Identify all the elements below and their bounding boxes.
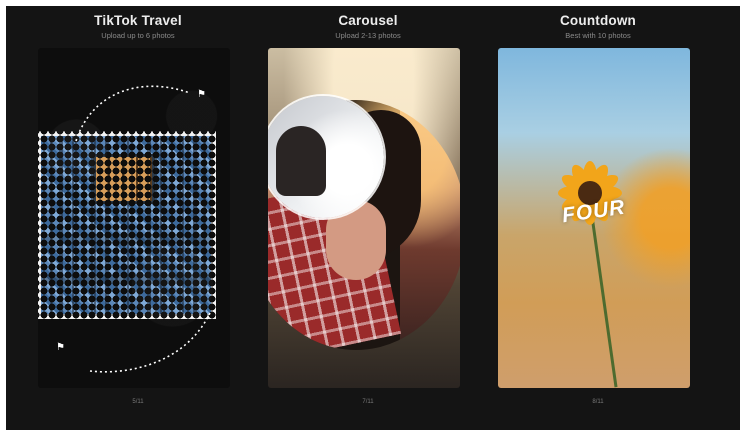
template-preview[interactable]: ⚑ ⚑ <box>38 48 230 388</box>
template-subtitle: Upload up to 6 photos <box>101 31 175 40</box>
template-title: Carousel <box>338 13 398 28</box>
template-title: TikTok Travel <box>94 13 182 28</box>
slide-counter: 7/11 <box>362 399 374 405</box>
photo-window <box>93 154 155 204</box>
template-preview[interactable]: FOUR <box>498 48 690 388</box>
template-title: Countdown <box>559 13 637 28</box>
template-subtitle: Upload 2-13 photos <box>335 31 401 40</box>
building-photo <box>41 136 211 314</box>
template-preview[interactable] <box>268 48 460 388</box>
template-subtitle: Best with 10 photos <box>565 31 631 40</box>
dotted-path-icon <box>89 312 211 373</box>
slide-counter: 5/11 <box>132 399 144 405</box>
stamp-photo-frame <box>38 131 216 319</box>
slide-counter: 8/11 <box>592 399 604 405</box>
flower-stem <box>589 208 618 388</box>
template-gallery: TikTok Travel Upload up to 6 photos ⚑ ⚑ … <box>6 6 740 430</box>
flag-icon: ⚑ <box>197 89 206 100</box>
flag-icon: ⚑ <box>56 342 65 353</box>
silhouette <box>276 126 326 196</box>
